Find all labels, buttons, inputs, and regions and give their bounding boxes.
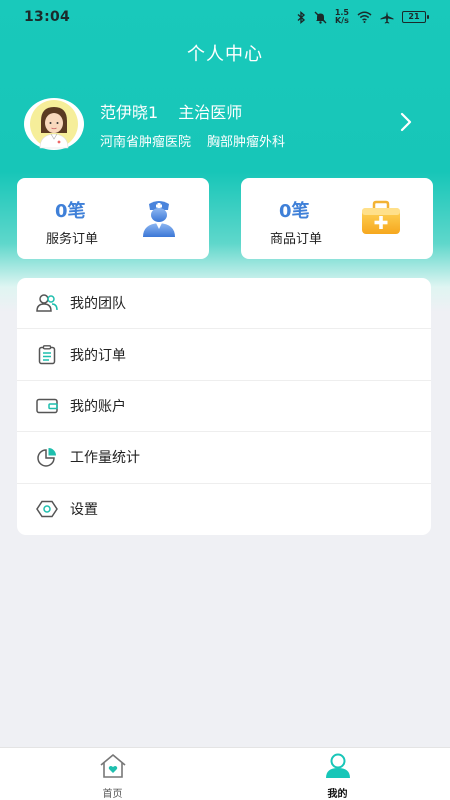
doctor-avatar-icon [30, 100, 78, 149]
menu-item-my-account[interactable]: 我的账户 [17, 381, 431, 433]
wifi-icon [357, 11, 372, 23]
menu-item-my-orders[interactable]: 我的订单 [17, 329, 431, 381]
wallet-icon [36, 395, 58, 417]
net-speed-unit: K/s [334, 16, 349, 25]
order-list-icon [36, 344, 58, 366]
tab-mine[interactable]: 我的 [225, 748, 450, 800]
nurse-icon [139, 198, 179, 242]
profile-icon [324, 753, 352, 783]
medical-kit-icon [360, 200, 402, 240]
status-icons: 1.5 K/s 21 [297, 9, 429, 25]
tab-bar: 首页 我的 [0, 747, 450, 800]
service-orders-count: 0笔 [55, 201, 86, 222]
menu-item-workload-stats[interactable]: 工作量统计 [17, 432, 431, 484]
team-icon [36, 292, 58, 314]
home-icon [98, 753, 128, 783]
service-orders-label: 服务订单 [46, 232, 99, 247]
menu-item-label: 设置 [70, 502, 98, 519]
menu-item-label: 工作量统计 [70, 450, 140, 467]
menu-item-settings[interactable]: 设置 [17, 484, 431, 535]
doctor-name: 范伊晓1 [100, 102, 159, 122]
product-orders-label: 商品订单 [270, 232, 323, 247]
tab-label: 我的 [327, 789, 348, 800]
product-orders-card[interactable]: 0笔 商品订单 [241, 178, 433, 259]
pie-chart-icon [36, 446, 58, 468]
status-bar: 13:04 1.5 K/s 21 [0, 0, 450, 34]
bluetooth-icon [297, 10, 306, 24]
avatar[interactable] [24, 98, 84, 150]
product-orders-count: 0笔 [279, 201, 310, 222]
hospital-name: 河南省肿瘤医院 [100, 134, 192, 150]
airplane-icon [380, 11, 394, 24]
profile-text: 范伊晓1 主治医师 河南省肿瘤医院 胸部肿瘤外科 [100, 99, 285, 150]
chevron-right-icon[interactable] [400, 112, 412, 136]
doctor-job-title: 主治医师 [178, 102, 243, 122]
page-title: 个人中心 [187, 44, 263, 65]
tab-label: 首页 [102, 789, 123, 800]
menu-item-label: 我的账户 [70, 398, 126, 415]
department-name: 胸部肿瘤外科 [207, 134, 286, 150]
net-speed: 1.5 K/s [335, 9, 349, 25]
menu-card: 我的团队 我的订单 我的账户 工作量统计 设置 [17, 278, 431, 535]
mute-icon [314, 11, 327, 24]
profile-org-row: 河南省肿瘤医院 胸部肿瘤外科 [100, 131, 285, 150]
status-time: 13:04 [24, 9, 71, 25]
battery-icon: 21 [402, 11, 429, 23]
service-orders-card[interactable]: 0笔 服务订单 [17, 178, 209, 259]
profile-header[interactable]: 范伊晓1 主治医师 河南省肿瘤医院 胸部肿瘤外科 [24, 96, 426, 152]
menu-item-label: 我的团队 [70, 296, 126, 313]
tab-home[interactable]: 首页 [0, 748, 225, 800]
profile-name-row: 范伊晓1 主治医师 [100, 99, 285, 123]
settings-icon [36, 498, 58, 520]
menu-item-label: 我的订单 [70, 347, 126, 364]
menu-item-my-team[interactable]: 我的团队 [17, 278, 431, 330]
